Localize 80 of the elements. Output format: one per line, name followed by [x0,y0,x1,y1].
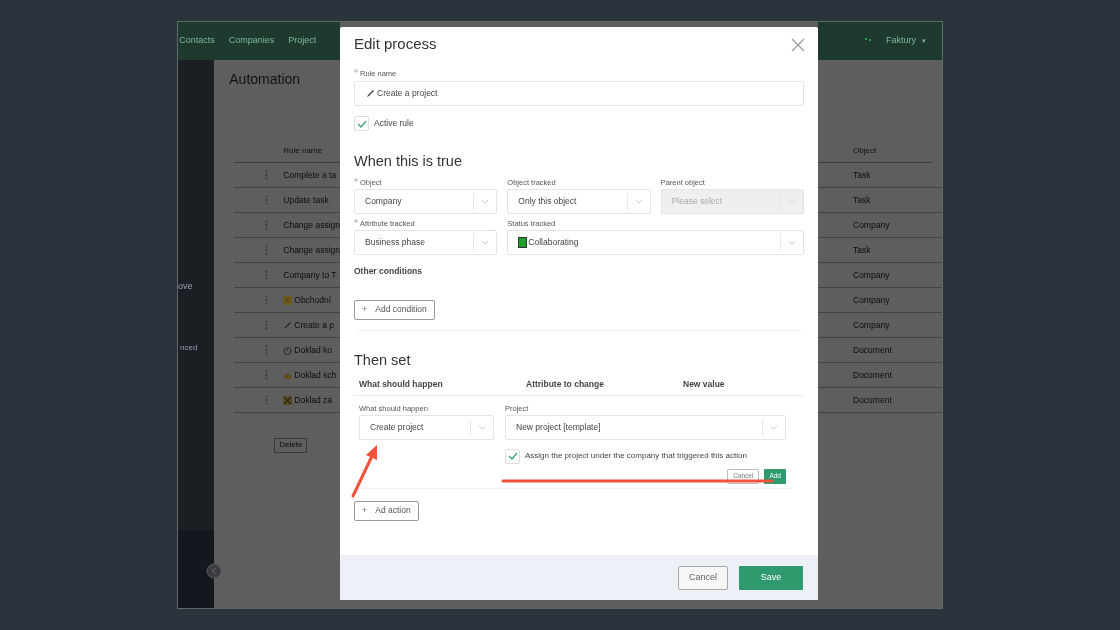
drag-handle-icon [265,270,269,280]
pencil-icon [283,320,293,330]
add-button[interactable]: + Add condition [354,299,435,320]
crossed-icon [283,395,293,405]
chevron-icon [481,199,490,204]
drag-handle-icon [265,220,269,230]
chevron-icon [770,424,778,430]
select-field[interactable]: Create project [359,414,494,440]
column-header: Rule name [283,144,322,157]
check-icon [356,119,367,128]
input-field[interactable]: Create a project [354,81,804,106]
checkbox[interactable] [505,448,520,464]
pencil-icon [366,89,375,98]
select-field[interactable]: Collaborating [507,230,804,255]
nav-link[interactable]: Project [288,34,317,48]
rule-name[interactable]: Obchodní [294,293,332,307]
page-title: Automation [229,70,302,89]
checkbox-label: Assign the project under the company that triggered this action [525,450,747,463]
thumbs-up-icon [283,370,293,380]
drag-handle-icon [265,345,269,355]
collapse-icon[interactable] [206,563,223,579]
rule-name[interactable]: Company to T [283,268,337,282]
rule-name[interactable]: Doklad ko [294,343,333,357]
rule-name[interactable]: Doklad za [294,393,333,407]
drag-handle-icon [265,295,269,305]
section-heading: When this is true [354,152,463,171]
drag-handle-icon [265,170,269,180]
check-icon [507,452,518,461]
add-button[interactable]: + Ad action [354,500,419,521]
chevron-icon [481,240,490,245]
stopwatch-icon [283,345,293,355]
chevron-icon [788,199,796,204]
column-header: Object [853,144,877,157]
rule-name[interactable]: Change assign [283,218,340,232]
table-cell: Company [853,293,890,307]
rule-name[interactable]: Create a p [294,318,334,332]
drag-handle-icon [265,245,269,255]
rule-name[interactable]: Change assign [283,243,340,257]
chevron-icon [788,240,796,245]
drag-handle-icon [265,395,269,405]
select-field[interactable]: Business phase [354,230,498,255]
annotation-arrow [351,445,377,498]
nav-link[interactable]: Contacts [179,34,215,48]
select-field[interactable]: Company [354,189,498,214]
table-cell: Document [853,393,892,407]
sidebar-item[interactable]: ove [178,280,193,294]
delete-button[interactable]: Delete [274,437,308,453]
select-field[interactable]: Only this object [507,189,651,214]
checkbox-label: Active rule [374,117,414,130]
table-cell: Task [853,243,871,257]
table-cell: Company [853,268,890,282]
rule-name[interactable]: Update task [283,193,329,207]
table-cell: Document [853,368,892,382]
sidebar-item[interactable]: nced [180,342,198,354]
select-field[interactable]: New project [template] [505,414,786,440]
rule-name[interactable]: Complete a ta [283,168,337,182]
close-icon[interactable] [791,37,805,52]
table-cell: Task [853,193,871,207]
user-menu[interactable]: Faktury [886,34,916,48]
table-cell: Company [853,218,890,232]
badge-icon [283,295,293,305]
drag-handle-icon [265,195,269,205]
rule-name[interactable]: Doklad sch [294,368,337,382]
column-header: What should happen [359,377,444,391]
drag-handle-icon [265,320,269,330]
chevron-icon [478,424,486,430]
table-cell: Company [853,318,890,332]
save-button[interactable]: Save [739,565,803,590]
nav-link[interactable]: Companies [228,34,275,48]
checkbox[interactable] [354,116,369,131]
table-cell: Document [853,343,892,357]
dialog-title: Edit process [354,34,437,55]
table-cell: Task [853,168,871,182]
subheading: Other conditions [354,265,423,278]
drag-handle-icon [265,370,269,380]
chevron-icon [634,199,643,204]
cancel-button[interactable]: Cancel [678,565,728,590]
column-header: New value [683,377,725,391]
column-header: Attribute to change [526,377,605,391]
section-heading: Then set [354,350,412,370]
